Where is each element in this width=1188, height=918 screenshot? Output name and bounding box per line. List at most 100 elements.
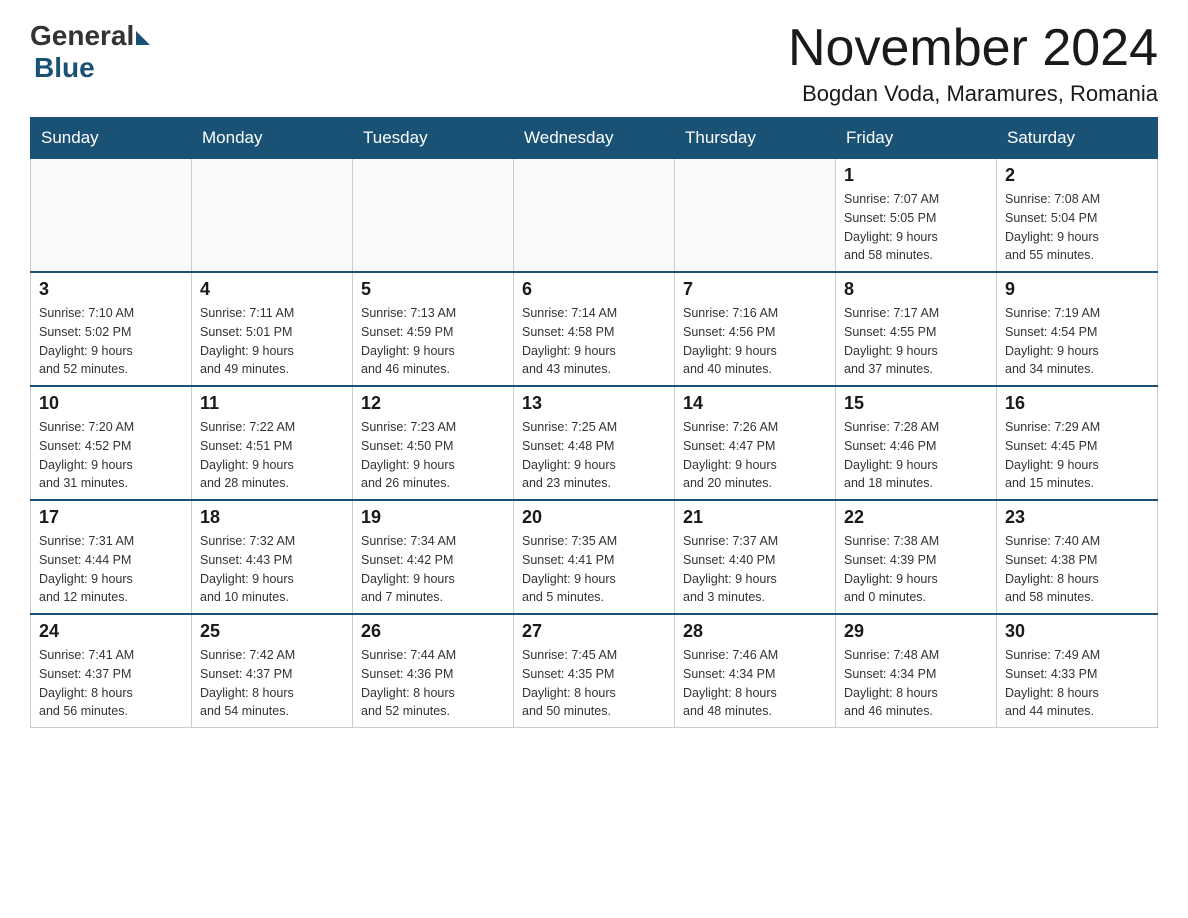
week-row-2: 3 Sunrise: 7:10 AM Sunset: 5:02 PM Daylig… [31,272,1158,386]
title-section: November 2024 Bogdan Voda, Maramures, Ro… [788,20,1158,107]
calendar-cell [675,159,836,273]
calendar-cell: 26Sunrise: 7:44 AM Sunset: 4:36 PM Dayli… [353,614,514,728]
day-number: 1 [844,165,988,186]
day-info: Sunrise: 7:11 AM Sunset: 5:01 PM Dayligh… [200,304,344,379]
day-number: 3 [39,279,183,300]
calendar-cell: 18Sunrise: 7:32 AM Sunset: 4:43 PM Dayli… [192,500,353,614]
day-info: Sunrise: 7:08 AM Sunset: 5:04 PM Dayligh… [1005,190,1149,265]
day-number: 12 [361,393,505,414]
weekday-header-saturday: Saturday [997,118,1158,159]
week-row-1: 1 Sunrise: 7:07 AM Sunset: 5:05 PM Daylig… [31,159,1158,273]
day-info: Sunrise: 7:10 AM Sunset: 5:02 PM Dayligh… [39,304,183,379]
day-number: 26 [361,621,505,642]
calendar-cell: 11 Sunrise: 7:22 AM Sunset: 4:51 PM Dayli… [192,386,353,500]
day-info: Sunrise: 7:35 AM Sunset: 4:41 PM Dayligh… [522,532,666,607]
day-info: Sunrise: 7:40 AM Sunset: 4:38 PM Dayligh… [1005,532,1149,607]
day-number: 30 [1005,621,1149,642]
weekday-header-wednesday: Wednesday [514,118,675,159]
calendar-cell: 5 Sunrise: 7:13 AM Sunset: 4:59 PM Daylig… [353,272,514,386]
day-info: Sunrise: 7:14 AM Sunset: 4:58 PM Dayligh… [522,304,666,379]
day-number: 15 [844,393,988,414]
day-info: Sunrise: 7:37 AM Sunset: 4:40 PM Dayligh… [683,532,827,607]
day-info: Sunrise: 7:29 AM Sunset: 4:45 PM Dayligh… [1005,418,1149,493]
weekday-header-row: SundayMondayTuesdayWednesdayThursdayFrid… [31,118,1158,159]
calendar-cell: 24 Sunrise: 7:41 AM Sunset: 4:37 PM Dayli… [31,614,192,728]
day-info: Sunrise: 7:41 AM Sunset: 4:37 PM Dayligh… [39,646,183,721]
day-info: Sunrise: 7:46 AM Sunset: 4:34 PM Dayligh… [683,646,827,721]
calendar-table: SundayMondayTuesdayWednesdayThursdayFrid… [30,117,1158,728]
calendar-cell: 8 Sunrise: 7:17 AM Sunset: 4:55 PM Daylig… [836,272,997,386]
weekday-header-friday: Friday [836,118,997,159]
day-info: Sunrise: 7:20 AM Sunset: 4:52 PM Dayligh… [39,418,183,493]
day-info: Sunrise: 7:13 AM Sunset: 4:59 PM Dayligh… [361,304,505,379]
calendar-cell: 17 Sunrise: 7:31 AM Sunset: 4:44 PM Dayli… [31,500,192,614]
month-title: November 2024 [788,20,1158,77]
day-number: 18 [200,507,344,528]
calendar-cell: 1 Sunrise: 7:07 AM Sunset: 5:05 PM Daylig… [836,159,997,273]
day-info: Sunrise: 7:38 AM Sunset: 4:39 PM Dayligh… [844,532,988,607]
calendar-cell: 27Sunrise: 7:45 AM Sunset: 4:35 PM Dayli… [514,614,675,728]
day-info: Sunrise: 7:19 AM Sunset: 4:54 PM Dayligh… [1005,304,1149,379]
calendar-cell: 4Sunrise: 7:11 AM Sunset: 5:01 PM Daylig… [192,272,353,386]
calendar-cell [31,159,192,273]
logo-triangle-icon [136,31,150,45]
calendar-cell: 21Sunrise: 7:37 AM Sunset: 4:40 PM Dayli… [675,500,836,614]
day-info: Sunrise: 7:22 AM Sunset: 4:51 PM Dayligh… [200,418,344,493]
calendar-cell: 13 Sunrise: 7:25 AM Sunset: 4:48 PM Dayli… [514,386,675,500]
day-number: 24 [39,621,183,642]
calendar-cell [514,159,675,273]
logo-general-text: General [30,20,134,52]
calendar-cell: 25 Sunrise: 7:42 AM Sunset: 4:37 PM Dayli… [192,614,353,728]
day-info: Sunrise: 7:31 AM Sunset: 4:44 PM Dayligh… [39,532,183,607]
day-info: Sunrise: 7:34 AM Sunset: 4:42 PM Dayligh… [361,532,505,607]
week-row-3: 10 Sunrise: 7:20 AM Sunset: 4:52 PM Dayli… [31,386,1158,500]
week-row-4: 17 Sunrise: 7:31 AM Sunset: 4:44 PM Dayli… [31,500,1158,614]
day-info: Sunrise: 7:28 AM Sunset: 4:46 PM Dayligh… [844,418,988,493]
location-title: Bogdan Voda, Maramures, Romania [788,81,1158,107]
day-number: 11 [200,393,344,414]
week-row-5: 24 Sunrise: 7:41 AM Sunset: 4:37 PM Dayli… [31,614,1158,728]
calendar-cell: 15 Sunrise: 7:28 AM Sunset: 4:46 PM Dayli… [836,386,997,500]
calendar-cell: 2Sunrise: 7:08 AM Sunset: 5:04 PM Daylig… [997,159,1158,273]
weekday-header-tuesday: Tuesday [353,118,514,159]
day-number: 16 [1005,393,1149,414]
calendar-cell: 28Sunrise: 7:46 AM Sunset: 4:34 PM Dayli… [675,614,836,728]
calendar-cell: 20 Sunrise: 7:35 AM Sunset: 4:41 PM Dayli… [514,500,675,614]
day-info: Sunrise: 7:42 AM Sunset: 4:37 PM Dayligh… [200,646,344,721]
day-number: 13 [522,393,666,414]
day-number: 23 [1005,507,1149,528]
day-number: 19 [361,507,505,528]
calendar-cell: 9 Sunrise: 7:19 AM Sunset: 4:54 PM Daylig… [997,272,1158,386]
day-number: 8 [844,279,988,300]
day-number: 6 [522,279,666,300]
calendar-cell: 29Sunrise: 7:48 AM Sunset: 4:34 PM Dayli… [836,614,997,728]
day-info: Sunrise: 7:25 AM Sunset: 4:48 PM Dayligh… [522,418,666,493]
logo-blue-text: Blue [34,52,95,84]
day-number: 7 [683,279,827,300]
calendar-cell: 12 Sunrise: 7:23 AM Sunset: 4:50 PM Dayli… [353,386,514,500]
calendar-cell: 10 Sunrise: 7:20 AM Sunset: 4:52 PM Dayli… [31,386,192,500]
calendar-cell: 30Sunrise: 7:49 AM Sunset: 4:33 PM Dayli… [997,614,1158,728]
day-number: 14 [683,393,827,414]
calendar-cell: 22 Sunrise: 7:38 AM Sunset: 4:39 PM Dayli… [836,500,997,614]
day-number: 9 [1005,279,1149,300]
day-number: 22 [844,507,988,528]
calendar-cell [353,159,514,273]
day-number: 10 [39,393,183,414]
weekday-header-thursday: Thursday [675,118,836,159]
day-number: 5 [361,279,505,300]
day-number: 17 [39,507,183,528]
calendar-cell: 7Sunrise: 7:16 AM Sunset: 4:56 PM Daylig… [675,272,836,386]
calendar-cell: 14Sunrise: 7:26 AM Sunset: 4:47 PM Dayli… [675,386,836,500]
calendar-cell: 23 Sunrise: 7:40 AM Sunset: 4:38 PM Dayli… [997,500,1158,614]
day-number: 25 [200,621,344,642]
calendar-cell [192,159,353,273]
day-info: Sunrise: 7:23 AM Sunset: 4:50 PM Dayligh… [361,418,505,493]
day-number: 20 [522,507,666,528]
day-info: Sunrise: 7:48 AM Sunset: 4:34 PM Dayligh… [844,646,988,721]
day-info: Sunrise: 7:45 AM Sunset: 4:35 PM Dayligh… [522,646,666,721]
logo: General Blue [30,20,150,84]
day-info: Sunrise: 7:07 AM Sunset: 5:05 PM Dayligh… [844,190,988,265]
day-info: Sunrise: 7:17 AM Sunset: 4:55 PM Dayligh… [844,304,988,379]
page-header: General Blue November 2024 Bogdan Voda, … [30,20,1158,107]
